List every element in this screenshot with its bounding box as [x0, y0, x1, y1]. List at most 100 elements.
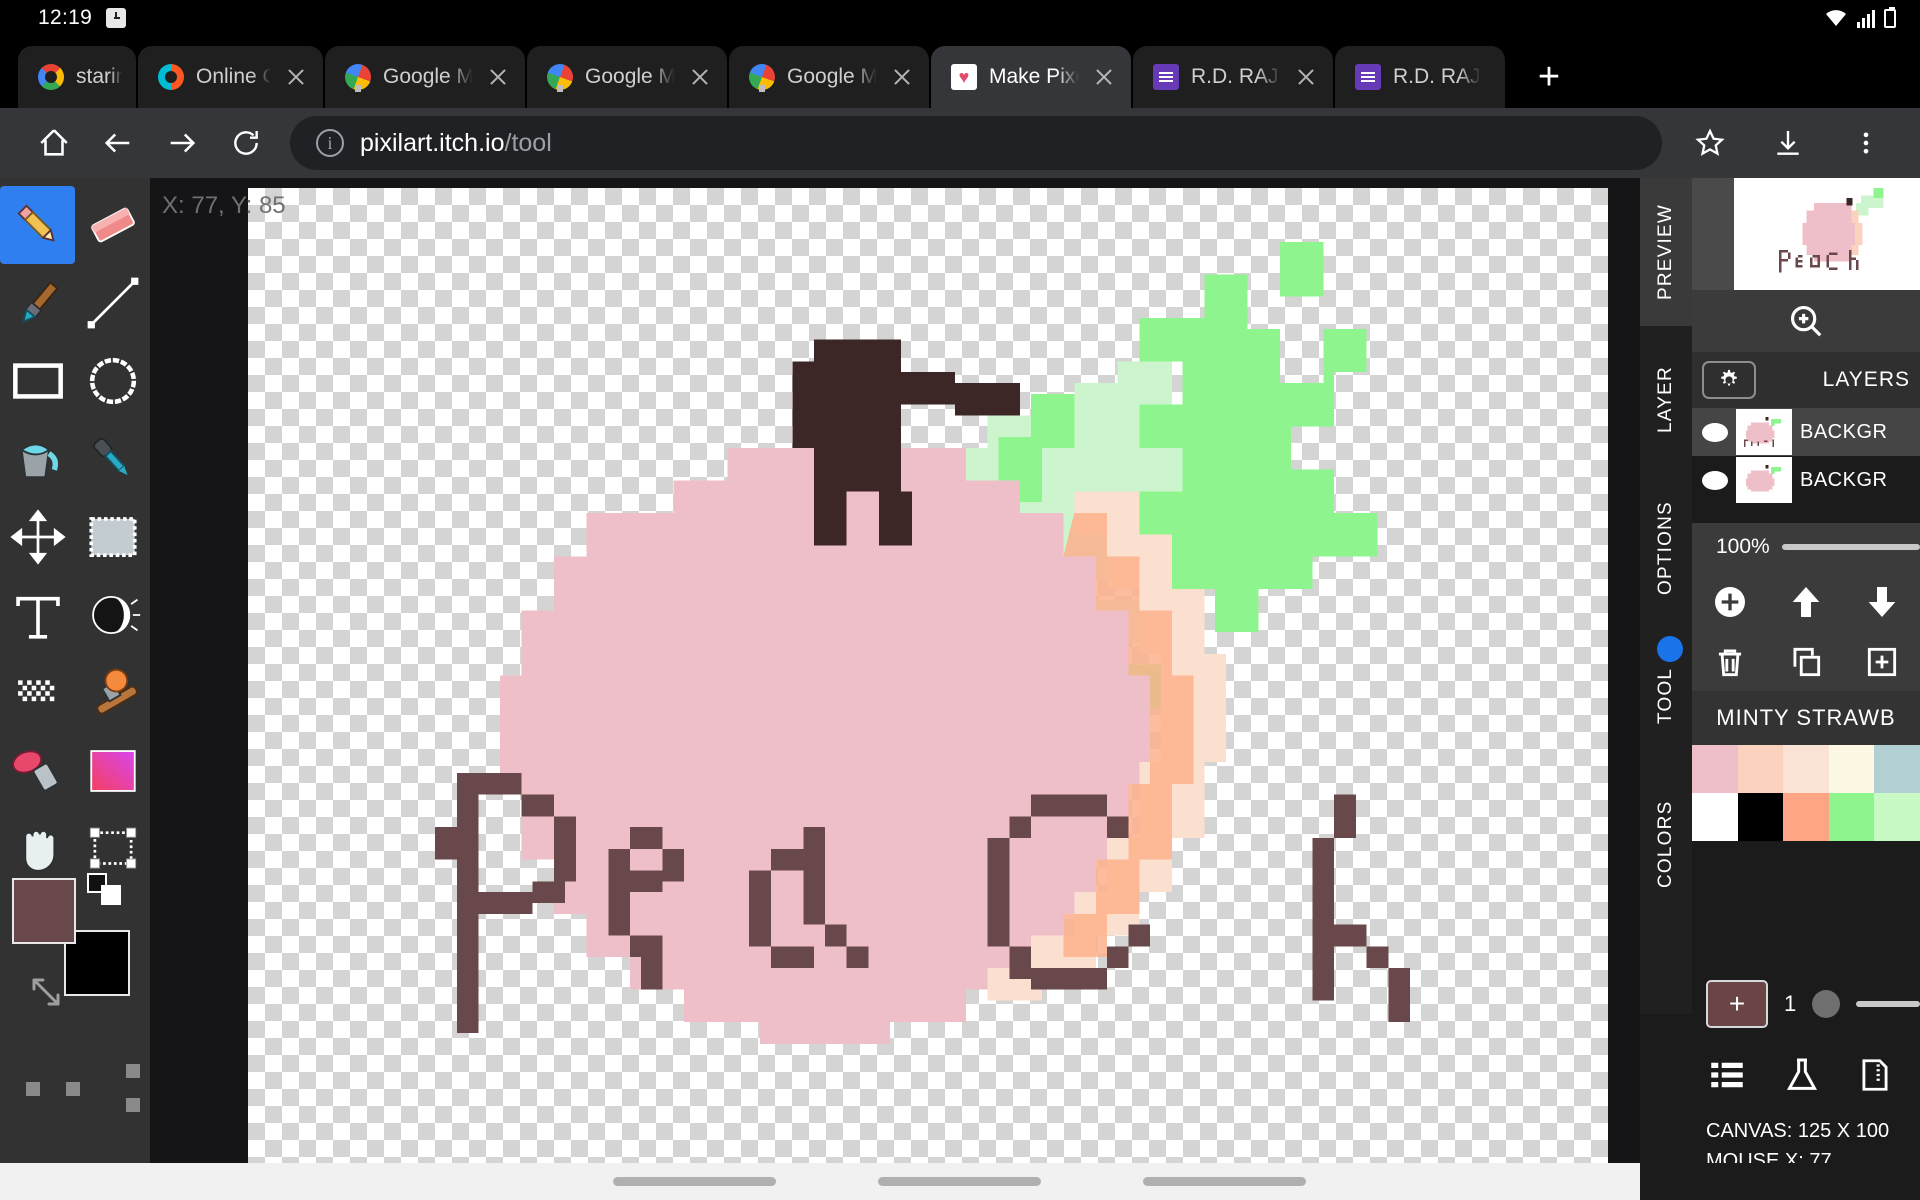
close-icon[interactable]	[889, 64, 915, 90]
layer-row[interactable]: BACKGR	[1692, 456, 1920, 504]
kebab-menu-icon[interactable]	[1834, 111, 1898, 175]
gradient-icon	[89, 750, 136, 792]
url-domain: pixilart.itch.io	[360, 128, 505, 157]
right-tab-colors[interactable]: COLORS	[1640, 770, 1692, 918]
palette-swatch[interactable]	[1874, 745, 1920, 793]
layer-opacity-row[interactable]: 100%	[1692, 523, 1920, 571]
duplicate-layer-icon[interactable]	[1787, 643, 1825, 681]
transform-icon	[89, 827, 136, 869]
right-tab-preview[interactable]: PREVIEW	[1640, 178, 1692, 326]
download-icon[interactable]	[1756, 111, 1820, 175]
list-icon[interactable]	[1706, 1054, 1748, 1096]
close-icon[interactable]	[1293, 64, 1319, 90]
android-status-bar: 12:19	[0, 0, 1920, 36]
zoom-in-icon	[1790, 305, 1822, 337]
merge-layer-icon[interactable]	[1863, 643, 1901, 681]
scroll-thumb[interactable]	[613, 1177, 776, 1186]
tool-eraser[interactable]	[75, 186, 150, 264]
palette-swatch[interactable]	[1692, 745, 1738, 793]
browser-tab-6[interactable]: ♥ Make Pixel Art	[931, 46, 1131, 108]
right-tab-layer[interactable]: LAYER	[1640, 326, 1692, 474]
right-tab-options[interactable]: OPTIONS	[1640, 474, 1692, 622]
palette-swatch[interactable]	[1783, 745, 1829, 793]
tool-hand[interactable]	[0, 810, 75, 888]
classroom-lines	[1361, 71, 1375, 83]
tool-select-rect[interactable]	[75, 498, 150, 576]
home-icon[interactable]	[22, 111, 86, 175]
close-icon[interactable]	[485, 64, 511, 90]
scroll-thumb[interactable]	[1143, 1177, 1306, 1186]
address-bar[interactable]: i pixilart.itch.io/tool	[290, 116, 1662, 170]
palette-swatch[interactable]	[1828, 745, 1875, 793]
dodge-burn-icon	[91, 595, 140, 635]
browser-tab-5[interactable]: Google Mirror -	[729, 46, 929, 108]
close-icon[interactable]	[1091, 64, 1117, 90]
move-layer-down-icon[interactable]	[1862, 582, 1902, 622]
layer-visibility-icon[interactable]	[1702, 422, 1728, 442]
gear-glyph	[1721, 369, 1737, 386]
add-layer-icon[interactable]	[1710, 582, 1750, 622]
opacity-slider[interactable]	[1781, 544, 1920, 550]
browser-tab-2[interactable]: Online Courses	[138, 46, 323, 108]
tool-rectangle[interactable]	[0, 342, 75, 420]
close-icon[interactable]	[687, 64, 713, 90]
canvas-area[interactable]: X: 77, Y: 85	[150, 178, 1640, 1163]
layer-row[interactable]: BACKGR	[1692, 408, 1920, 456]
ring-icon	[158, 64, 184, 90]
hand-icon	[23, 829, 55, 872]
palette-swatch[interactable]	[1692, 793, 1738, 841]
layer-visibility-icon[interactable]	[1702, 470, 1728, 490]
horizontal-scrollbar[interactable]	[0, 1163, 1640, 1200]
add-brush-button[interactable]: +	[1706, 980, 1768, 1028]
brush-size-slider[interactable]	[1856, 1001, 1920, 1007]
tool-text[interactable]	[0, 576, 75, 654]
tool-dodge-burn[interactable]	[75, 576, 150, 654]
scroll-thumb[interactable]	[878, 1177, 1041, 1186]
browser-tab-8[interactable]: R.D. RAJ	[1335, 46, 1505, 108]
tool-line[interactable]	[75, 264, 150, 342]
browser-tab-4[interactable]: Google Mirror -	[527, 46, 727, 108]
tool-pencil[interactable]	[0, 186, 75, 264]
palette-swatch[interactable]	[1783, 793, 1829, 841]
swap-colors-icon[interactable]	[86, 872, 126, 908]
tool-brush[interactable]	[0, 264, 75, 342]
right-tab-label: OPTIONS	[1655, 501, 1676, 595]
palette-swatch[interactable]	[1828, 793, 1875, 841]
flask-icon[interactable]	[1782, 1054, 1822, 1096]
tool-paint-bucket[interactable]	[0, 420, 75, 498]
palette-swatch[interactable]	[1737, 745, 1784, 793]
palette-swatch[interactable]	[1737, 793, 1784, 841]
new-tab-button[interactable]: +	[1523, 51, 1575, 103]
brush-size-knob[interactable]	[1812, 990, 1841, 1018]
forward-arrow-icon[interactable]	[150, 111, 214, 175]
tool-ellipse[interactable]	[75, 342, 150, 420]
export-icon[interactable]	[1856, 1054, 1894, 1096]
primary-color-swatch[interactable]	[12, 878, 76, 944]
browser-tab-3[interactable]: Google Mirror -	[325, 46, 525, 108]
resize-arrow-icon[interactable]	[28, 974, 64, 1010]
pixel-canvas[interactable]	[248, 188, 1608, 1163]
tool-move[interactable]	[0, 498, 75, 576]
right-tab-tool[interactable]: TOOL	[1640, 622, 1692, 770]
back-arrow-icon[interactable]	[86, 111, 150, 175]
color-palette	[1692, 745, 1920, 841]
url-path: /tool	[504, 128, 552, 157]
palette-swatch[interactable]	[1874, 793, 1920, 841]
move-icon	[9, 509, 66, 565]
zoom-button[interactable]	[1692, 290, 1920, 352]
tool-dither[interactable]	[0, 654, 75, 732]
browser-tab-7[interactable]: R.D. RAJPAL SC	[1133, 46, 1333, 108]
star-icon[interactable]	[1678, 111, 1742, 175]
signal-bars-icon	[1857, 8, 1875, 28]
move-layer-up-icon[interactable]	[1786, 582, 1826, 622]
tool-gradient[interactable]	[75, 732, 150, 810]
tool-eyedropper[interactable]	[75, 420, 150, 498]
reload-icon[interactable]	[214, 111, 278, 175]
browser-tab-1[interactable]: starima	[18, 46, 136, 108]
gear-icon[interactable]	[1702, 361, 1756, 399]
tool-spray[interactable]	[0, 732, 75, 810]
info-icon[interactable]: i	[316, 129, 344, 157]
delete-layer-icon[interactable]	[1711, 643, 1749, 681]
tool-stamp[interactable]	[75, 654, 150, 732]
close-icon[interactable]	[283, 64, 309, 90]
